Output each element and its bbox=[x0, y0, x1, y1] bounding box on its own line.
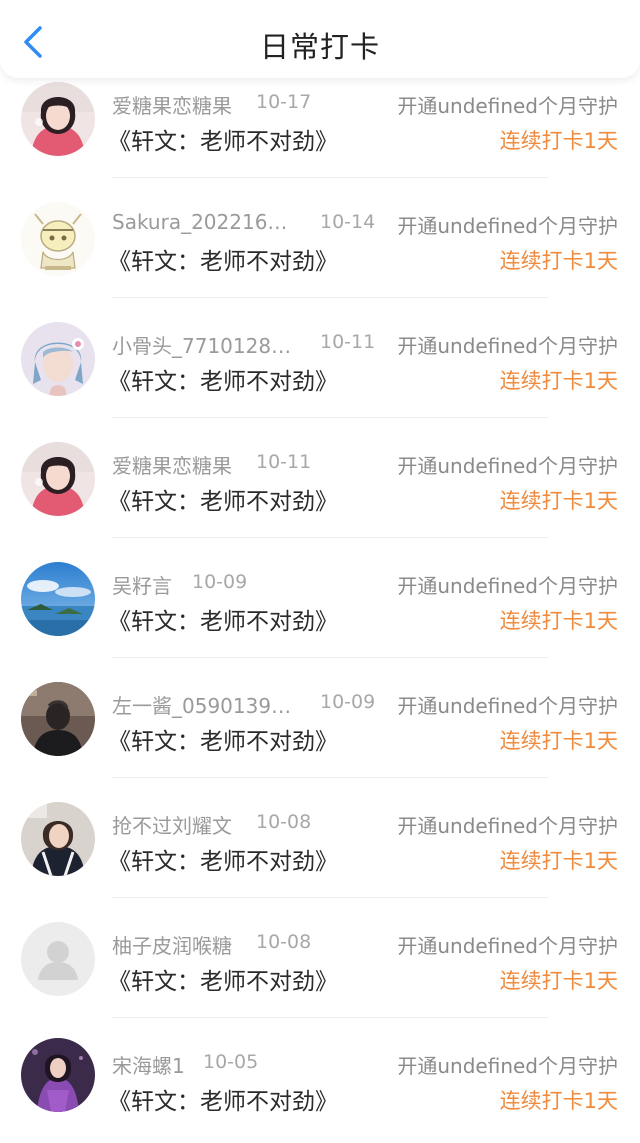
streak-label: 连续打卡1天 bbox=[499, 369, 618, 393]
streak-label: 连续打卡1天 bbox=[499, 849, 618, 873]
checkin-date: 10-09 bbox=[320, 691, 376, 713]
guard-status: 开通undefined个月守护 bbox=[397, 574, 618, 598]
book-title[interactable]: 《轩文：老师不对劲》 bbox=[108, 842, 338, 876]
row-divider bbox=[112, 537, 548, 538]
avatar[interactable] bbox=[21, 802, 95, 876]
row-divider bbox=[112, 897, 548, 898]
avatar[interactable] bbox=[21, 442, 95, 516]
user-name[interactable]: 吴籽言 bbox=[112, 570, 172, 599]
streak-label: 连续打卡1天 bbox=[499, 729, 618, 753]
row-divider bbox=[112, 777, 548, 778]
book-title[interactable]: 《轩文：老师不对劲》 bbox=[108, 722, 338, 756]
book-title[interactable]: 《轩文：老师不对劲》 bbox=[108, 962, 338, 996]
guard-status: 开通undefined个月守护 bbox=[397, 454, 618, 478]
user-name[interactable]: 左一酱_0590139… bbox=[112, 690, 291, 719]
list-item[interactable]: 宋海螺1 10-05 开通undefined个月守护 《轩文：老师不对劲》 连续… bbox=[0, 1038, 640, 1143]
list-item[interactable]: 爱糖果恋糖果 10-11 开通undefined个月守护 《轩文：老师不对劲》 … bbox=[0, 438, 640, 558]
list-item[interactable]: 吴籽言 10-09 开通undefined个月守护 《轩文：老师不对劲》 连续打… bbox=[0, 558, 640, 678]
book-title[interactable]: 《轩文：老师不对劲》 bbox=[108, 122, 338, 156]
avatar[interactable] bbox=[21, 922, 95, 996]
avatar[interactable] bbox=[21, 202, 95, 276]
streak-label: 连续打卡1天 bbox=[499, 489, 618, 513]
top-nav-bar: 日常打卡 bbox=[0, 0, 640, 78]
row-divider bbox=[112, 1017, 548, 1018]
checkin-date: 10-08 bbox=[256, 931, 312, 953]
user-name[interactable]: 爱糖果恋糖果 bbox=[112, 450, 232, 479]
user-name[interactable]: 爱糖果恋糖果 bbox=[112, 90, 232, 119]
book-title[interactable]: 《轩文：老师不对劲》 bbox=[108, 1082, 338, 1116]
checkin-screen: 爱糖果恋糖果 10-17 开通undefined个月守护 《轩文：老师不对劲》 … bbox=[0, 0, 640, 1143]
avatar[interactable] bbox=[21, 682, 95, 756]
row-divider bbox=[112, 657, 548, 658]
guard-status: 开通undefined个月守护 bbox=[397, 814, 618, 838]
streak-label: 连续打卡1天 bbox=[499, 969, 618, 993]
checkin-date: 10-11 bbox=[256, 451, 312, 473]
list-item[interactable]: 爱糖果恋糖果 10-17 开通undefined个月守护 《轩文：老师不对劲》 … bbox=[0, 78, 640, 198]
row-divider bbox=[112, 297, 548, 298]
guard-status: 开通undefined个月守护 bbox=[397, 334, 618, 358]
streak-label: 连续打卡1天 bbox=[499, 1089, 618, 1113]
list-item[interactable]: 左一酱_0590139… 10-09 开通undefined个月守护 《轩文：老… bbox=[0, 678, 640, 798]
user-name[interactable]: 抢不过刘耀文 bbox=[112, 810, 232, 839]
user-name[interactable]: 宋海螺1 bbox=[112, 1050, 185, 1079]
book-title[interactable]: 《轩文：老师不对劲》 bbox=[108, 602, 338, 636]
row-divider bbox=[112, 417, 548, 418]
avatar[interactable] bbox=[21, 562, 95, 636]
checkin-date: 10-17 bbox=[256, 91, 312, 113]
book-title[interactable]: 《轩文：老师不对劲》 bbox=[108, 242, 338, 276]
list-item[interactable]: Sakura_202216… 10-14 开通undefined个月守护 《轩文… bbox=[0, 198, 640, 318]
book-title[interactable]: 《轩文：老师不对劲》 bbox=[108, 482, 338, 516]
book-title[interactable]: 《轩文：老师不对劲》 bbox=[108, 362, 338, 396]
avatar[interactable] bbox=[21, 82, 95, 156]
avatar[interactable] bbox=[21, 322, 95, 396]
checkin-date: 10-14 bbox=[320, 211, 376, 233]
guard-status: 开通undefined个月守护 bbox=[397, 694, 618, 718]
list-item[interactable]: 柚子皮润喉糖 10-08 开通undefined个月守护 《轩文：老师不对劲》 … bbox=[0, 918, 640, 1038]
checkin-date: 10-05 bbox=[203, 1051, 259, 1073]
user-name[interactable]: 小骨头_7710128… bbox=[112, 330, 291, 359]
row-divider bbox=[112, 177, 548, 178]
streak-label: 连续打卡1天 bbox=[499, 129, 618, 153]
streak-label: 连续打卡1天 bbox=[499, 249, 618, 273]
checkin-date: 10-08 bbox=[256, 811, 312, 833]
avatar[interactable] bbox=[21, 1038, 95, 1112]
guard-status: 开通undefined个月守护 bbox=[397, 214, 618, 238]
guard-status: 开通undefined个月守护 bbox=[397, 934, 618, 958]
streak-label: 连续打卡1天 bbox=[499, 609, 618, 633]
checkin-date: 10-11 bbox=[320, 331, 376, 353]
user-name[interactable]: 柚子皮润喉糖 bbox=[112, 930, 232, 959]
page-title: 日常打卡 bbox=[259, 30, 380, 64]
list-item[interactable]: 小骨头_7710128… 10-11 开通undefined个月守护 《轩文：老… bbox=[0, 318, 640, 438]
list-item[interactable]: 抢不过刘耀文 10-08 开通undefined个月守护 《轩文：老师不对劲》 … bbox=[0, 798, 640, 918]
guard-status: 开通undefined个月守护 bbox=[397, 94, 618, 118]
user-name[interactable]: Sakura_202216… bbox=[112, 210, 287, 234]
checkin-date: 10-09 bbox=[192, 571, 248, 593]
guard-status: 开通undefined个月守护 bbox=[397, 1054, 618, 1078]
